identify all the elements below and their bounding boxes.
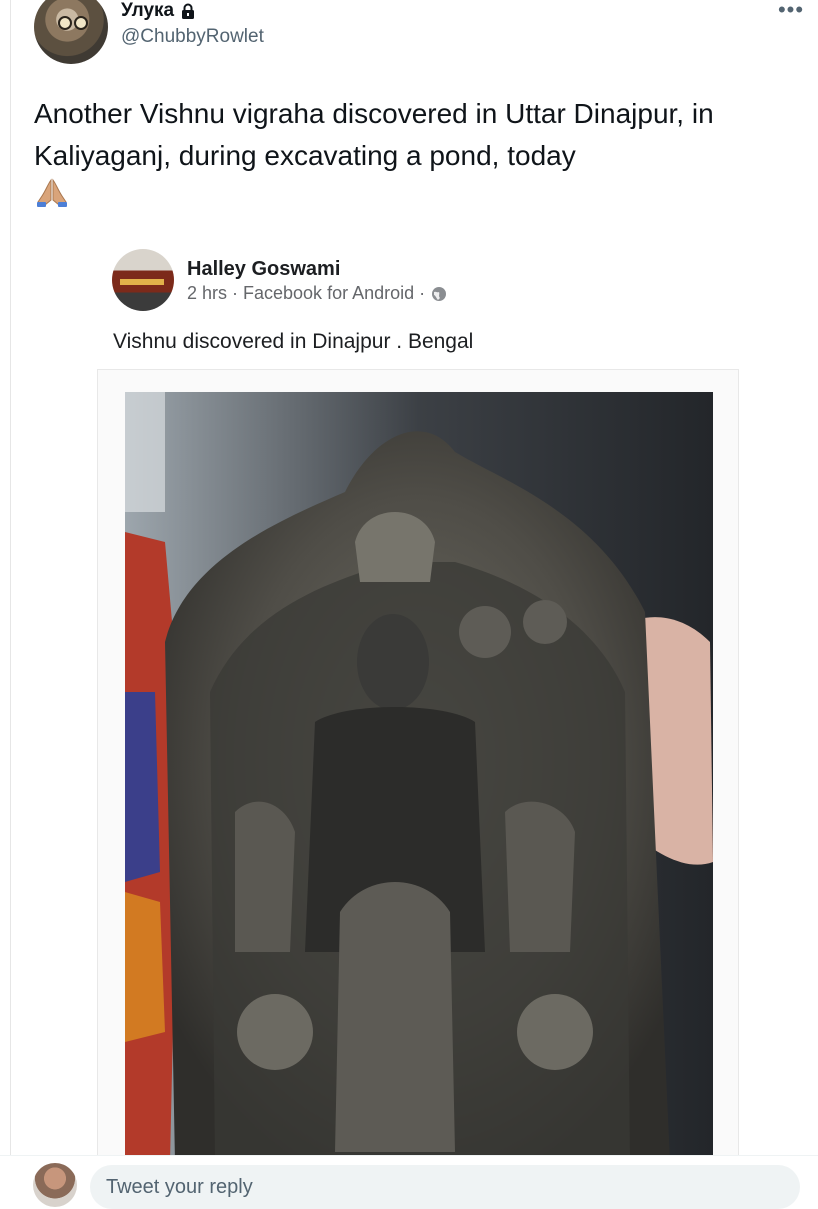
display-name-text: Улука: [121, 0, 175, 21]
current-user-avatar[interactable]: [33, 1163, 77, 1207]
reply-placeholder: Tweet your reply: [106, 1176, 253, 1198]
facebook-post-meta-text: 2 hrs · Facebook for Android ·: [187, 283, 426, 303]
avatar-stripe: [120, 279, 164, 285]
display-name[interactable]: Улука: [121, 0, 196, 22]
facebook-post-meta: 2 hrs · Facebook for Android ·: [187, 283, 447, 304]
vishnu-sculpture-photo[interactable]: [125, 392, 713, 1162]
facebook-author-name[interactable]: Halley Goswami: [187, 258, 340, 281]
facebook-author-avatar[interactable]: [112, 249, 174, 311]
user-handle[interactable]: @ChubbyRowlet: [121, 26, 264, 48]
avatar-eye: [74, 16, 88, 30]
user-avatar[interactable]: [34, 0, 108, 64]
tweet-text: Another Vishnu vigraha discovered in Utt…: [34, 98, 714, 171]
facebook-post-text: Vishnu discovered in Dinajpur . Bengal: [113, 330, 474, 353]
globe-icon: [432, 286, 447, 301]
folded-hands-icon: [37, 178, 67, 207]
more-options-icon[interactable]: •••: [776, 0, 806, 24]
lock-icon: [182, 3, 195, 19]
avatar-eye: [58, 16, 72, 30]
timeline-divider: [10, 0, 11, 1160]
